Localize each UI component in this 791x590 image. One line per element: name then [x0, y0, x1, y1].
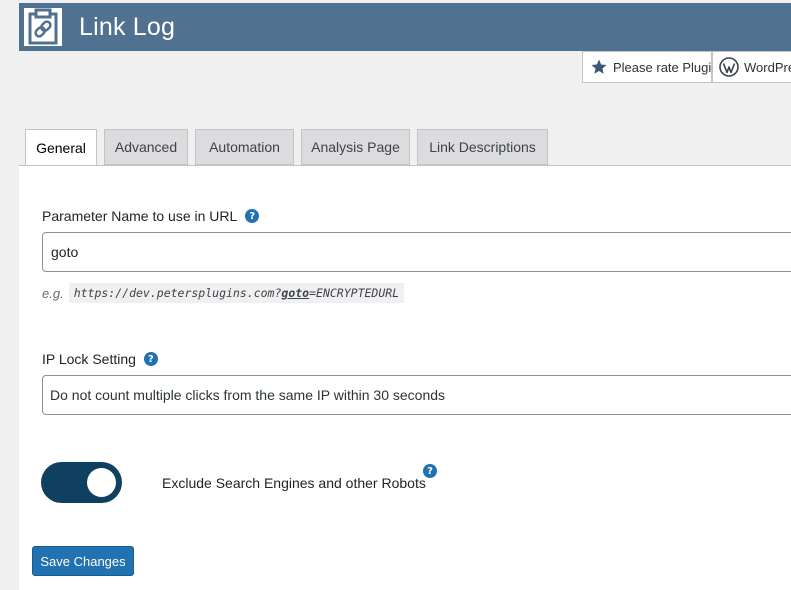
parameter-name-label: Parameter Name to use in URL	[42, 208, 238, 224]
toggle-knob	[87, 468, 116, 497]
tab-general[interactable]: General	[25, 129, 97, 166]
tab-advanced[interactable]: Advanced	[104, 129, 188, 165]
page-title: Link Log	[79, 12, 176, 41]
help-icon[interactable]: ?	[423, 464, 437, 478]
parameter-name-input[interactable]	[42, 232, 791, 272]
exclude-robots-toggle[interactable]	[41, 462, 122, 503]
tab-automation[interactable]: Automation	[195, 129, 294, 165]
example-prefix: e.g.	[42, 285, 64, 301]
help-icon[interactable]: ?	[143, 352, 158, 366]
settings-page: Link Log Please rate Plugin WordPress Ge…	[0, 0, 791, 590]
save-changes-button[interactable]: Save Changes	[32, 546, 134, 576]
example-url-suffix: =ENCRYPTEDURL	[309, 286, 400, 300]
clipboard-link-icon	[23, 7, 63, 47]
example-url: https://dev.petersplugins.com?goto=ENCRY…	[68, 283, 405, 303]
wordpress-label: WordPress	[744, 59, 791, 75]
ip-lock-label: IP Lock Setting	[42, 351, 136, 367]
general-settings-panel: Parameter Name to use in URL ? e.g. http…	[19, 165, 791, 590]
settings-tabs: General Advanced Automation Analysis Pag…	[25, 129, 555, 166]
wordpress-icon	[719, 57, 739, 77]
ip-lock-select[interactable]: Do not count multiple clicks from the sa…	[42, 375, 791, 415]
example-url-base: https://dev.petersplugins.com?	[73, 286, 282, 300]
parameter-example: e.g. https://dev.petersplugins.com?goto=…	[42, 283, 405, 303]
tab-link-descriptions[interactable]: Link Descriptions	[417, 129, 548, 165]
wordpress-link[interactable]: WordPress	[712, 51, 791, 83]
plugin-header: Link Log	[19, 3, 791, 51]
rate-plugin-link[interactable]: Please rate Plugin	[582, 51, 712, 83]
example-url-param: goto	[281, 286, 310, 300]
parameter-name-field-label: Parameter Name to use in URL ?	[42, 208, 260, 224]
star-icon	[591, 59, 607, 74]
ip-lock-selected-value: Do not count multiple clicks from the sa…	[50, 387, 446, 403]
help-icon[interactable]: ?	[245, 209, 260, 223]
tab-analysis-page[interactable]: Analysis Page	[301, 129, 410, 165]
ip-lock-field-label: IP Lock Setting ?	[42, 351, 158, 367]
rate-plugin-label: Please rate Plugin	[613, 59, 712, 75]
exclude-robots-label: Exclude Search Engines and other Robots	[162, 475, 426, 491]
